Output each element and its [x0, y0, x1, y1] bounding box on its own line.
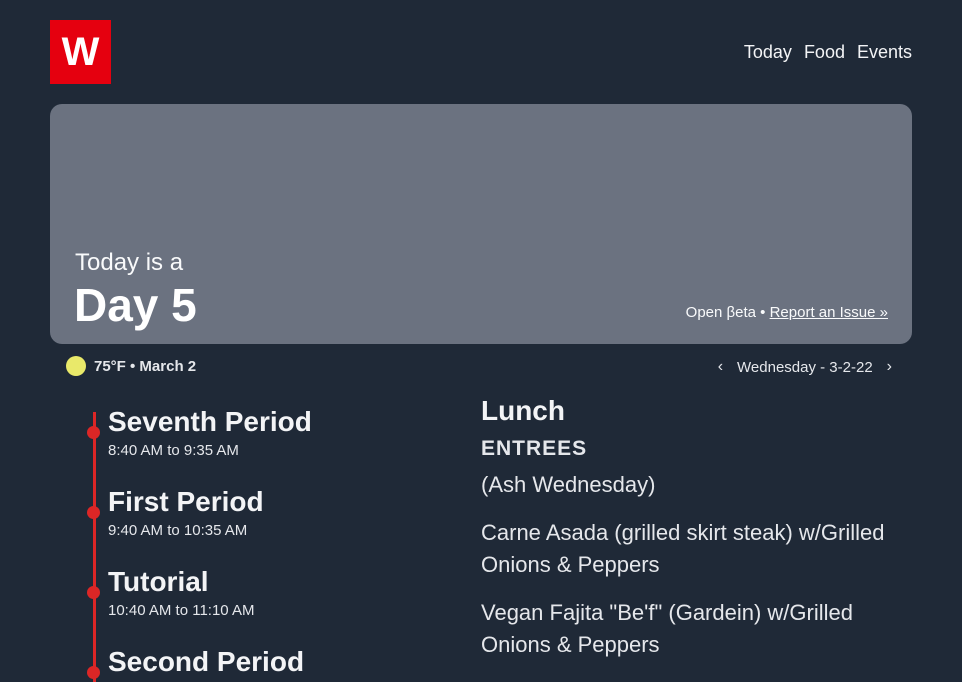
timeline-dot [87, 666, 100, 679]
hero-meta: Open βeta • Report an Issue » [686, 304, 888, 321]
timeline-dot [87, 586, 100, 599]
logo[interactable]: W [50, 20, 111, 84]
chevron-right-icon[interactable]: › [887, 358, 892, 376]
logo-letter: W [61, 30, 100, 74]
meta-separator: • [756, 304, 770, 321]
date-label: Wednesday - 3-2-22 [737, 358, 873, 376]
hero-pretitle: Today is a [75, 249, 184, 276]
period-item: Seventh Period 8:40 AM to 9:35 AM [87, 406, 312, 459]
menu-section-heading: ENTREES [481, 437, 588, 460]
period-item: Second Period [87, 646, 305, 682]
hero-card: Today is a Day 5 Open βeta • Report an I… [50, 104, 912, 344]
lunch-title: Lunch [481, 395, 565, 426]
period-time: 10:40 AM to 11:10 AM [108, 602, 255, 619]
period-item: First Period 9:40 AM to 10:35 AM [87, 486, 264, 539]
weather-text: 75°F • March 2 [94, 357, 197, 375]
chevron-left-icon[interactable]: ‹ [718, 358, 723, 376]
timeline-dot [87, 506, 100, 519]
period-time: 8:40 AM to 9:35 AM [108, 442, 239, 459]
period-time: 9:40 AM to 10:35 AM [108, 522, 248, 539]
nav-today[interactable]: Today [744, 42, 792, 63]
lunch-menu: Lunch ENTREES (Ash Wednesday) Carne Asad… [481, 395, 901, 661]
beta-label: Open βeta [685, 304, 756, 321]
menu-item: Carne Asada (grilled skirt steak) w/Gril… [481, 520, 885, 577]
period-item: Tutorial 10:40 AM to 11:10 AM [87, 566, 255, 619]
hero-day-title: Day 5 [74, 279, 197, 331]
nav-events[interactable]: Events [857, 42, 912, 63]
timeline-dot [87, 426, 100, 439]
weather-info: 75°F • March 2 [66, 356, 196, 376]
menu-item: (Ash Wednesday) [481, 472, 656, 497]
period-name: Second Period [108, 646, 305, 677]
date-navigator: ‹ Wednesday - 3-2-22 › [718, 358, 892, 376]
period-name: Seventh Period [108, 406, 312, 437]
sun-icon [66, 356, 86, 376]
report-issue-link[interactable]: Report an Issue » [770, 304, 888, 321]
schedule-timeline [93, 412, 96, 682]
menu-item: Vegan Fajita "Be'f" (Gardein) w/Grilled … [481, 600, 853, 657]
nav-food[interactable]: Food [804, 42, 845, 63]
top-nav: Today Food Events [744, 42, 912, 63]
period-name: First Period [108, 486, 264, 517]
period-name: Tutorial [108, 566, 209, 597]
